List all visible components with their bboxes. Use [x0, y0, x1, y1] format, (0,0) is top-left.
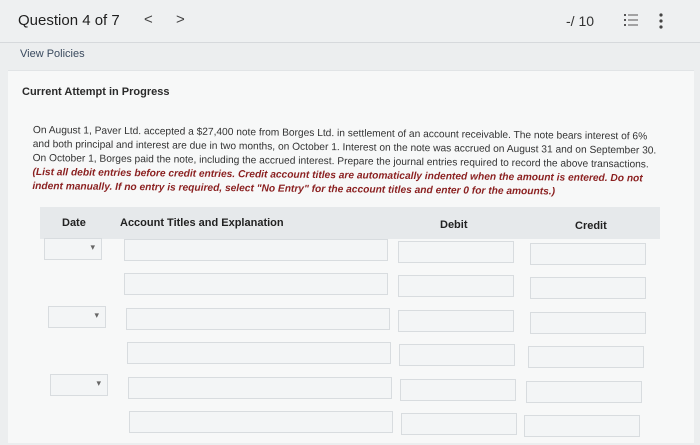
more-options-icon[interactable] — [658, 12, 664, 30]
credit-input[interactable] — [530, 312, 646, 334]
account-title-input[interactable] — [124, 273, 388, 295]
debit-input[interactable] — [398, 275, 514, 297]
account-title-input[interactable] — [129, 411, 393, 433]
debit-input[interactable] — [398, 310, 514, 332]
debit-input[interactable] — [399, 344, 515, 366]
account-title-input[interactable] — [128, 377, 392, 399]
next-question-button[interactable]: > — [176, 11, 185, 28]
journal-table-header: Date Account Titles and Explanation Debi… — [40, 207, 660, 239]
question-counter: Question 4 of 7 — [18, 12, 120, 29]
score-display: -/ 10 — [566, 13, 595, 29]
credit-input[interactable] — [528, 346, 644, 368]
chevron-down-icon: ▾ — [94, 310, 99, 320]
credit-column-header: Credit — [575, 220, 607, 232]
account-title-input[interactable] — [126, 308, 390, 330]
question-text: On August 1, Paver Ltd. accepted a $27,4… — [32, 124, 657, 171]
credit-input[interactable] — [526, 381, 642, 403]
previous-question-button[interactable]: < — [144, 11, 153, 28]
date-select[interactable]: ▾ — [48, 306, 106, 328]
debit-input[interactable] — [398, 241, 514, 263]
credit-input[interactable] — [530, 243, 646, 265]
date-select[interactable]: ▾ — [44, 238, 102, 260]
debit-input[interactable] — [400, 379, 516, 401]
credit-input[interactable] — [524, 415, 640, 437]
date-select[interactable]: ▾ — [50, 374, 108, 396]
view-policies-link[interactable]: View Policies — [20, 48, 85, 60]
list-icon[interactable] — [624, 14, 638, 26]
credit-input[interactable] — [530, 277, 646, 299]
debit-input[interactable] — [401, 413, 517, 435]
debit-column-header: Debit — [440, 219, 468, 231]
account-title-input[interactable] — [127, 342, 391, 364]
account-title-input[interactable] — [124, 239, 388, 261]
account-column-header: Account Titles and Explanation — [120, 217, 284, 229]
chevron-down-icon: ▾ — [96, 378, 101, 388]
question-instructions: (List all debit entries before credit en… — [32, 166, 643, 198]
date-column-header: Date — [62, 217, 86, 229]
question-text-block: On August 1, Paver Ltd. accepted a $27,4… — [32, 124, 663, 201]
attempt-heading: Current Attempt in Progress — [22, 86, 170, 98]
chevron-down-icon: ▾ — [90, 242, 95, 252]
top-bar: Question 4 of 7 < > -/ 10 — [0, 0, 700, 43]
